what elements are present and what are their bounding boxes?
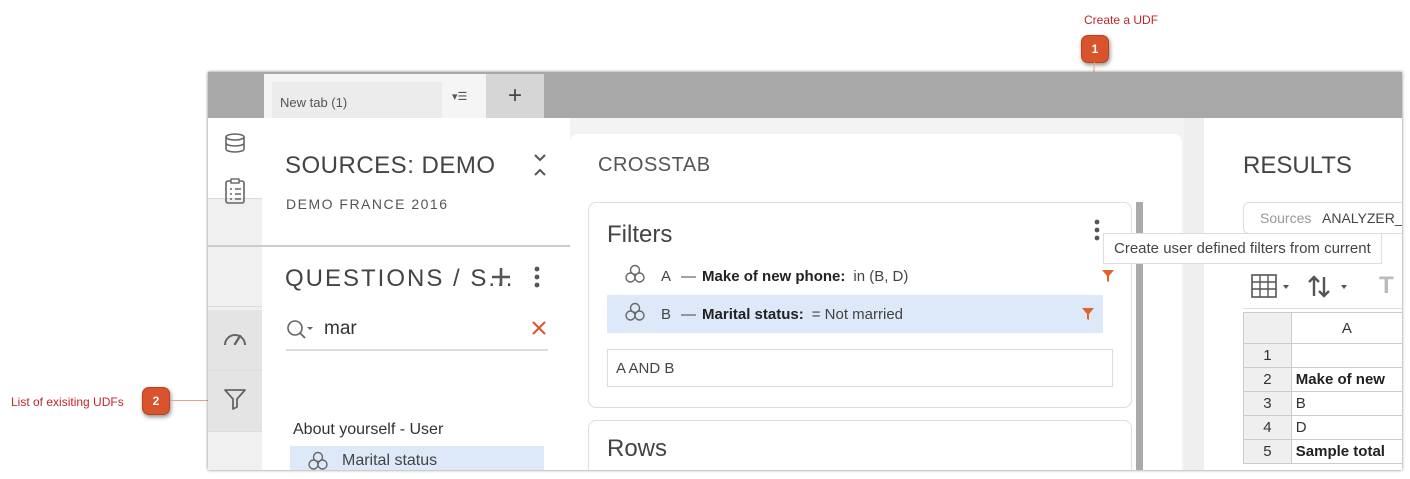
table-header-row: A xyxy=(1243,312,1402,344)
tab-label: New tab (1) xyxy=(280,95,348,110)
rail-questions-button[interactable] xyxy=(208,178,262,307)
variable-circles-icon xyxy=(308,451,328,470)
results-panel: RESULTS Sources ANALYZER_ T A 1 2 Make of… xyxy=(1204,118,1402,470)
database-icon xyxy=(224,132,246,159)
filter-expression-input[interactable]: A AND B xyxy=(607,349,1113,387)
results-sources-field[interactable]: Sources ANALYZER_ xyxy=(1243,202,1402,234)
text-format-icon[interactable]: T xyxy=(1379,272,1394,300)
sources-title: SOURCES: DEMO xyxy=(285,152,496,179)
table-row: 5 Sample total xyxy=(1243,439,1402,464)
filters-title: Filters xyxy=(607,221,673,248)
rows-card: Rows xyxy=(588,420,1132,470)
add-tab-button[interactable]: + xyxy=(486,74,544,118)
question-item-marital-status[interactable]: Marital status xyxy=(290,446,544,470)
create-udf-tooltip: Create user defined filters from current xyxy=(1103,233,1382,264)
question-item-label: Marital status xyxy=(342,452,438,469)
tab-menu-icon[interactable]: ▾☰ xyxy=(452,90,467,103)
table-cell[interactable]: Sample total xyxy=(1290,439,1402,464)
results-table: A 1 2 Make of new 3B 4D 5 Sample total xyxy=(1243,312,1402,464)
row-number: 3 xyxy=(1243,391,1292,416)
filter-letter: A xyxy=(661,267,672,285)
rows-title: Rows xyxy=(607,435,668,462)
create-udf-annotation-label: Create a UDF xyxy=(1084,13,1159,27)
filter-funnel-icon[interactable] xyxy=(1081,307,1095,325)
filter-row-a[interactable]: A — Make of new phone: in (B, D) xyxy=(607,257,1123,295)
question-search-field[interactable]: mar xyxy=(286,317,548,351)
table-cell[interactable]: D xyxy=(1290,415,1402,440)
results-grid: A 1 2 Make of new 3B 4D 5 Sample total xyxy=(1243,312,1402,464)
left-rail xyxy=(208,118,262,470)
results-toolbar: T xyxy=(1243,266,1402,309)
filter-funnel-icon xyxy=(223,387,247,416)
annotation-badge-2: 2 xyxy=(142,387,170,415)
column-header[interactable]: A xyxy=(1290,312,1402,344)
filter-row-b[interactable]: B — Marital status: = Not married xyxy=(607,295,1103,333)
filters-more-icon[interactable] xyxy=(1094,219,1100,246)
filter-condition: = Not married xyxy=(811,305,904,323)
udf-list-annotation-label: List of exisiting UDFs xyxy=(11,395,124,409)
clear-search-icon[interactable] xyxy=(532,321,546,340)
questions-title: QUESTIONS / S... xyxy=(285,265,515,292)
clipboard-list-icon xyxy=(224,178,246,209)
search-input[interactable]: mar xyxy=(324,318,357,340)
row-number: 4 xyxy=(1243,415,1292,440)
filter-letter: B xyxy=(661,305,672,323)
row-number: 2 xyxy=(1243,367,1292,392)
sources-subtitle: DEMO FRANCE 2016 xyxy=(286,196,449,212)
questions-more-icon[interactable] xyxy=(534,266,540,293)
corner-cell xyxy=(1243,312,1292,344)
crosstab-panel: CROSSTAB Filters A — Make of new phone: … xyxy=(570,118,1184,470)
results-sources-value: ANALYZER_ xyxy=(1322,210,1402,226)
table-cell[interactable]: Make of new xyxy=(1290,367,1402,392)
table-row: 3B xyxy=(1243,391,1402,416)
annotation-badge-1: 1 xyxy=(1081,35,1109,63)
results-sources-label: Sources xyxy=(1260,210,1312,226)
row-number: 1 xyxy=(1243,343,1292,368)
rail-filters-button[interactable] xyxy=(208,371,262,432)
filter-dash: — xyxy=(681,267,697,285)
tab-new-tab[interactable]: New tab (1) ▾☰ xyxy=(264,74,487,120)
panel-divider xyxy=(208,245,570,247)
row-number: 5 xyxy=(1243,439,1292,464)
sort-icon[interactable] xyxy=(1307,274,1351,305)
table-cell[interactable] xyxy=(1290,343,1402,368)
search-icon xyxy=(286,319,316,346)
crosstab-title: CROSSTAB xyxy=(598,154,711,176)
variable-circles-icon xyxy=(625,264,645,288)
sources-questions-panel: SOURCES: DEMO DEMO FRANCE 2016 QUESTIONS… xyxy=(208,118,570,470)
collapse-toggle-icon[interactable] xyxy=(532,152,548,183)
filter-condition: in (B, D) xyxy=(853,267,909,285)
table-row: 2 Make of new xyxy=(1243,367,1402,392)
variable-circles-icon xyxy=(625,302,645,326)
filter-expression-text: A AND B xyxy=(616,360,675,377)
question-group-label: About yourself - User xyxy=(293,421,444,438)
results-title: RESULTS xyxy=(1243,152,1352,179)
filter-variable-name: Make of new phone: xyxy=(702,267,846,285)
filters-card: Filters A — Make of new phone: in (B, D) xyxy=(588,202,1132,408)
gauge-icon xyxy=(222,327,248,354)
app-window: New tab (1) ▾☰ + SOURCES: DEMO DEMO FRAN… xyxy=(208,72,1402,470)
table-view-icon[interactable] xyxy=(1251,274,1291,305)
filter-variable-name: Marital status: xyxy=(702,305,804,323)
table-row: 1 xyxy=(1243,343,1402,368)
table-cell[interactable]: B xyxy=(1290,391,1402,416)
tab-bar: New tab (1) ▾☰ + xyxy=(208,72,1402,120)
add-question-icon[interactable] xyxy=(490,266,512,293)
filter-dash: — xyxy=(681,305,697,323)
table-row: 4D xyxy=(1243,415,1402,440)
filter-funnel-icon[interactable] xyxy=(1101,269,1115,287)
rail-dashboard-button[interactable] xyxy=(208,310,262,371)
